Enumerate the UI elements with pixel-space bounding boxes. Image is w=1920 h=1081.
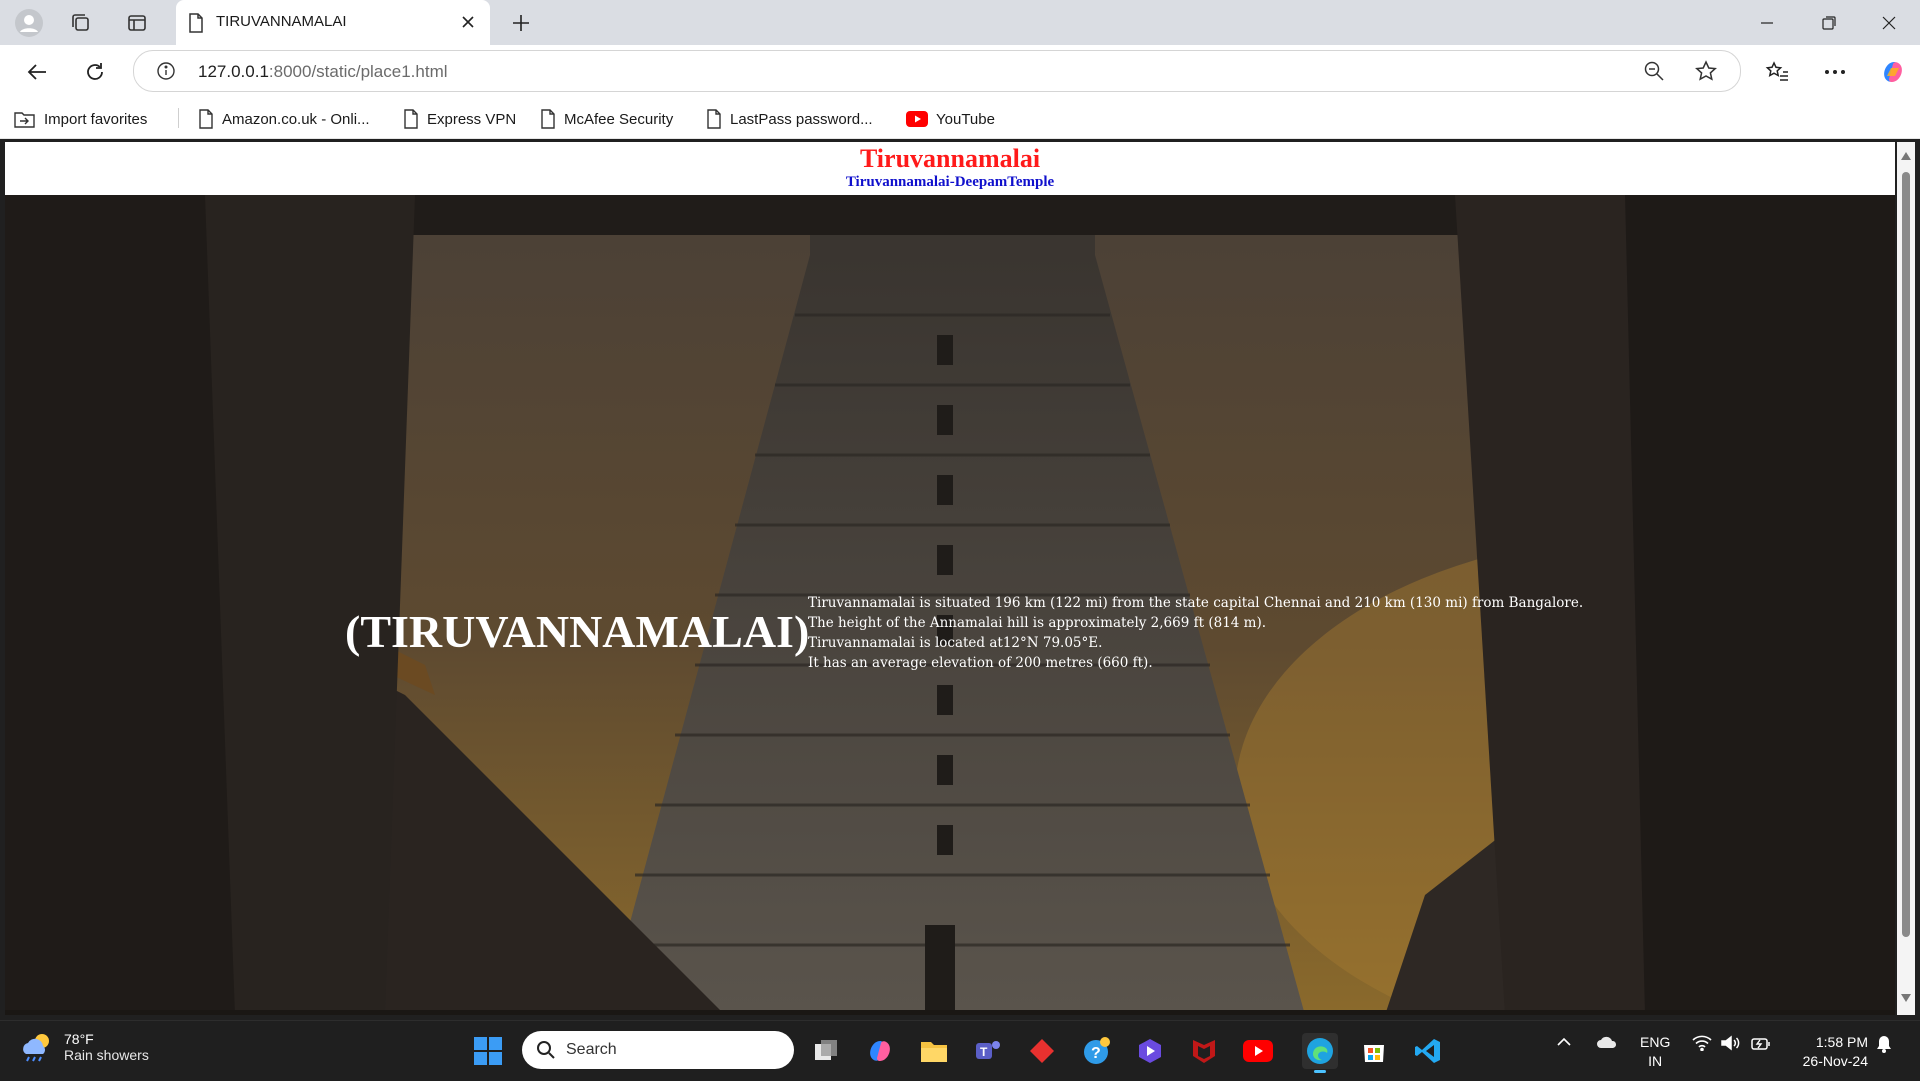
page-icon [188,13,204,38]
active-tab[interactable]: TIRUVANNAMALAI [176,0,490,45]
svg-text:T: T [980,1045,988,1059]
favorite-lastpass[interactable]: LastPass password... [706,108,873,130]
youtube-icon [906,111,928,127]
facts-block: Tiruvannamalai is situated 196 km (122 m… [808,593,1583,673]
page-icon [707,109,721,129]
battery-charging-icon[interactable] [1750,1035,1772,1056]
page-icon [404,109,418,129]
windows-taskbar: 78°F Rain showers Search T ? ENG IN 1:58… [0,1020,1920,1081]
svg-text:?: ? [1091,1045,1101,1062]
page-icon [199,109,213,129]
favorite-import[interactable]: Import favorites [14,108,147,130]
back-arrow-icon[interactable] [20,55,54,89]
profile-icon[interactable] [12,6,46,40]
favorites-bar: Import favorites Amazon.co.uk - Onli... … [0,98,1920,139]
language-code: ENG [1640,1034,1671,1050]
page-viewport: Tiruvannamalai Tiruvannamalai-DeepamTemp… [5,142,1895,1015]
url-text[interactable]: 127.0.0.1:8000/static/place1.html [198,62,448,82]
youtube-app-icon[interactable] [1240,1033,1276,1069]
hero-heading: (TIRUVANNAMALAI) [345,606,810,657]
favorite-star-icon[interactable] [1692,57,1720,85]
hero-temple-image: (TIRUVANNAMALAI) Tiruvannamalai is situa… [5,195,1895,1015]
weather-widget[interactable]: 78°F Rain showers [20,1031,149,1063]
favorite-amazon[interactable]: Amazon.co.uk - Onli... [198,108,370,130]
clock-date: 26-Nov-24 [1802,1053,1868,1069]
file-explorer-icon[interactable] [916,1033,952,1069]
system-clock[interactable]: 1:58 PM 26-Nov-24 [1788,1033,1868,1071]
get-help-icon[interactable]: ? [1078,1033,1114,1069]
fact-line: The height of the Annamalai hill is appr… [808,615,1267,631]
teams-icon[interactable]: T [970,1033,1006,1069]
favorite-label: Amazon.co.uk - Onli... [222,110,370,128]
tab-actions-icon[interactable] [120,6,154,40]
tab-bar: TIRUVANNAMALAI [0,0,1920,45]
restore-icon[interactable] [1798,0,1860,45]
favorites-divider [178,108,179,128]
copilot-icon[interactable] [1876,55,1910,89]
favorite-label: LastPass password... [730,110,873,128]
favorite-label: Express VPN [427,110,517,128]
import-favorites-icon [14,112,35,128]
fact-line: It has an average elevation of 200 metre… [808,655,1153,671]
favorites-list-icon[interactable] [1760,55,1794,89]
mcafee-icon[interactable] [1186,1033,1222,1069]
clock-time: 1:58 PM [1815,1034,1868,1050]
fact-line: Tiruvannamalai is located at12°N 79.05°E… [808,635,1103,651]
page-scrollbar[interactable] [1897,142,1915,1015]
weather-temp: 78°F [64,1031,94,1047]
favorite-mcafee[interactable]: McAfee Security [540,108,673,130]
page-header: Tiruvannamalai Tiruvannamalai-DeepamTemp… [5,142,1895,195]
onedrive-cloud-icon[interactable] [1596,1035,1618,1052]
rain-cloud-icon [23,1034,49,1062]
red-diamond-app-icon[interactable] [1024,1033,1060,1069]
taskbar-search[interactable]: Search [522,1031,794,1069]
favorite-label: YouTube [936,110,995,128]
show-hidden-icons[interactable] [1556,1035,1572,1051]
site-info-icon[interactable] [152,57,180,85]
vscode-icon[interactable] [1410,1033,1446,1069]
new-tab-icon[interactable] [504,6,538,40]
search-icon [537,1041,555,1059]
zoom-out-icon[interactable] [1640,57,1668,85]
scroll-thumb[interactable] [1902,172,1910,937]
language-indicator[interactable]: ENG IN [1640,1033,1670,1071]
weather-description: Rain showers [64,1047,149,1063]
edge-browser-icon[interactable] [1302,1033,1338,1073]
start-windows-icon[interactable] [472,1035,504,1067]
tab-title: TIRUVANNAMALAI [216,13,347,30]
favorite-youtube[interactable]: YouTube [906,108,995,130]
favorite-label: McAfee Security [564,110,674,128]
scroll-up-icon[interactable] [1900,150,1912,162]
notifications-bell-icon[interactable] [1876,1035,1892,1056]
region-code: IN [1648,1053,1663,1069]
close-tab-icon[interactable] [454,8,482,36]
favorite-label: Import favorites [44,110,148,128]
minimize-icon[interactable] [1736,0,1798,45]
close-window-icon[interactable] [1858,0,1920,45]
microsoft-store-icon[interactable] [1356,1033,1392,1069]
volume-icon[interactable] [1720,1035,1740,1054]
task-view-icon[interactable] [808,1033,844,1069]
refresh-icon[interactable] [78,55,112,89]
navigation-bar: 127.0.0.1:8000/static/place1.html [0,45,1920,98]
scroll-down-icon[interactable] [1900,992,1912,1004]
wifi-icon[interactable] [1692,1035,1712,1054]
search-placeholder: Search [566,1041,617,1058]
favorite-express-vpn[interactable]: Express VPN [403,108,516,130]
page-icon [541,109,555,129]
fact-line: Tiruvannamalai is situated 196 km (122 m… [808,595,1584,611]
address-bar[interactable]: 127.0.0.1:8000/static/place1.html [133,50,1741,92]
copilot-app-icon[interactable] [862,1033,898,1069]
hexagon-app-icon[interactable] [1132,1033,1168,1069]
page-subtitle: Tiruvannamalai-DeepamTemple [845,174,1055,190]
page-title: Tiruvannamalai [859,144,1041,173]
workspaces-icon[interactable] [64,6,98,40]
more-menu-icon[interactable] [1818,55,1852,89]
